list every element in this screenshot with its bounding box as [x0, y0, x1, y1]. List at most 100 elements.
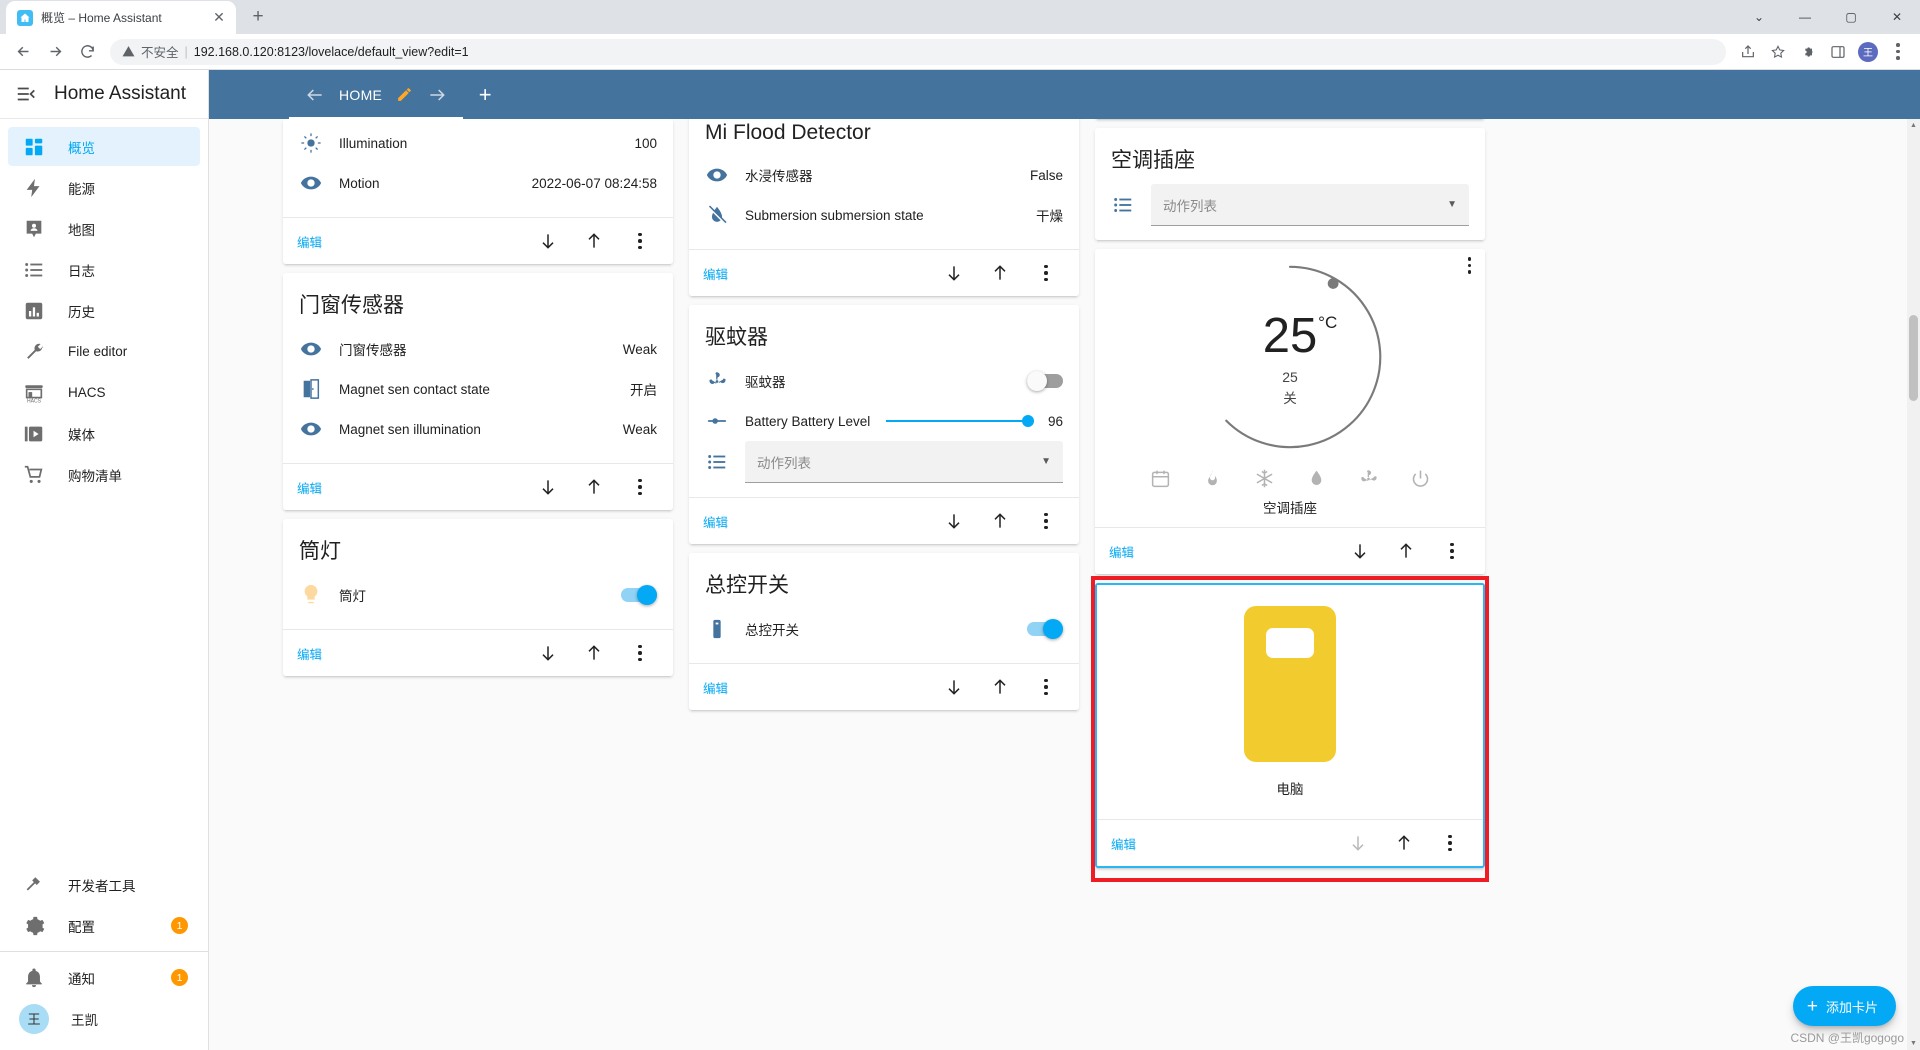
profile-avatar[interactable]: 王 [1854, 38, 1882, 66]
card-more-options-icon[interactable] [1467, 257, 1471, 274]
add-card-button[interactable]: + 添加卡片 [1792, 986, 1896, 1026]
entity-row[interactable]: 驱蚊器 [705, 361, 1063, 401]
scroll-up-arrow[interactable]: ▲ [1907, 119, 1920, 132]
thermostat-dial[interactable]: 25 °C 25 关 [1192, 259, 1388, 455]
sidebar-item-logbook[interactable]: 日志 [8, 250, 200, 289]
move-card-up-icon[interactable] [989, 262, 1011, 284]
minimize-button[interactable]: — [1782, 0, 1828, 34]
edit-card-link[interactable]: 编辑 [297, 478, 322, 497]
fan-icon[interactable] [1357, 467, 1379, 489]
share-icon[interactable] [1734, 38, 1762, 66]
browser-tab[interactable]: 概览 – Home Assistant ✕ [6, 1, 236, 34]
edit-card-link[interactable]: 编辑 [297, 232, 322, 251]
entity-row[interactable]: Magnet sen contact state 开启 [299, 369, 657, 409]
sidebar-item-hacs[interactable]: HACS HACS [8, 373, 200, 412]
edit-card-link[interactable]: 编辑 [703, 512, 728, 531]
add-view-button[interactable]: + [463, 70, 507, 119]
entity-row[interactable]: Motion 2022-06-07 08:24:58 [299, 163, 657, 203]
sidebar-item-history[interactable]: 历史 [8, 291, 200, 330]
move-card-down-icon[interactable] [943, 676, 965, 698]
card-more-options-icon[interactable] [629, 642, 651, 664]
card-more-options-icon[interactable] [629, 230, 651, 252]
slider-track[interactable] [886, 415, 1034, 427]
entity-row[interactable]: 动作列表 ▼ [1111, 184, 1469, 226]
edit-card-link[interactable]: 编辑 [1109, 542, 1134, 561]
entity-toggle[interactable] [1027, 619, 1063, 639]
entity-row[interactable]: 动作列表 ▼ [705, 441, 1063, 483]
action-list-select[interactable]: 动作列表 ▼ [1151, 184, 1469, 226]
move-card-up-icon[interactable] [989, 676, 1011, 698]
slider-control[interactable]: 96 [886, 414, 1063, 429]
action-list-select[interactable]: 动作列表 ▼ [745, 441, 1063, 483]
entity-row[interactable]: Submersion submersion state 干燥 [705, 195, 1063, 235]
move-card-up-icon[interactable] [583, 476, 605, 498]
arrow-right-icon[interactable] [427, 85, 447, 105]
menu-collapse-icon[interactable] [14, 82, 38, 106]
chrome-menu-icon[interactable] [1884, 38, 1912, 66]
picture-entity-card[interactable]: 电脑 编辑 [1095, 583, 1485, 868]
reload-button[interactable] [72, 37, 102, 67]
close-window-button[interactable]: ✕ [1874, 0, 1920, 34]
power-icon[interactable] [1409, 467, 1431, 489]
move-card-down-icon[interactable] [537, 230, 559, 252]
edit-card-link[interactable]: 编辑 [703, 678, 728, 697]
back-button[interactable] [8, 37, 38, 67]
move-card-down-icon[interactable] [1349, 540, 1371, 562]
sidebar-item-energy[interactable]: 能源 [8, 168, 200, 207]
move-card-up-icon[interactable] [989, 510, 1011, 532]
calendar-sync-icon[interactable] [1149, 467, 1171, 489]
edit-card-link[interactable]: 编辑 [703, 264, 728, 283]
move-card-up-icon[interactable] [583, 230, 605, 252]
maximize-button[interactable]: ▢ [1828, 0, 1874, 34]
move-card-down-icon[interactable] [943, 510, 965, 532]
card-more-options-icon[interactable] [1035, 676, 1057, 698]
move-card-down-icon[interactable] [943, 262, 965, 284]
fire-icon[interactable] [1201, 467, 1223, 489]
card-more-options-icon[interactable] [1441, 540, 1463, 562]
move-card-up-icon[interactable] [583, 642, 605, 664]
sidebar-item-developer-tools[interactable]: 开发者工具 [8, 865, 200, 904]
extensions-puzzle-icon[interactable] [1794, 38, 1822, 66]
entity-row[interactable]: 门窗传感器 Weak [299, 329, 657, 369]
move-card-down-icon[interactable] [537, 476, 559, 498]
bookmark-star-icon[interactable] [1764, 38, 1792, 66]
card-more-options-icon[interactable] [1035, 262, 1057, 284]
entity-row[interactable]: Illumination 100 [299, 123, 657, 163]
entity-toggle[interactable] [621, 585, 657, 605]
move-card-up-icon[interactable] [1395, 540, 1417, 562]
view-tab-home[interactable]: HOME [289, 70, 464, 119]
entity-row[interactable]: Magnet sen illumination Weak [299, 409, 657, 449]
sidebar-item-file-editor[interactable]: File editor [8, 332, 200, 371]
sidebar-item-user[interactable]: 王 王凯 [8, 999, 200, 1038]
sidebar-item-notifications[interactable]: 通知 1 [8, 958, 200, 997]
move-card-up-icon[interactable] [1393, 832, 1415, 854]
card-more-options-icon[interactable] [1035, 510, 1057, 532]
forward-button[interactable] [40, 37, 70, 67]
card-more-options-icon[interactable] [1439, 832, 1461, 854]
entity-row[interactable]: 总控开关 [705, 609, 1063, 649]
picture-entity-image[interactable]: 电脑 [1097, 585, 1483, 819]
scroll-down-arrow[interactable]: ▼ [1907, 1037, 1920, 1050]
entity-row[interactable]: 水浸传感器 False [705, 155, 1063, 195]
chevron-down-icon[interactable]: ⌄ [1736, 0, 1782, 34]
arrow-left-icon[interactable] [305, 85, 325, 105]
sidebar-toggle-icon[interactable] [1824, 38, 1852, 66]
new-tab-button[interactable]: + [244, 3, 272, 31]
sidebar-item-media[interactable]: 媒体 [8, 414, 200, 453]
sidebar-item-overview[interactable]: 概览 [8, 127, 200, 166]
close-tab-icon[interactable]: ✕ [210, 9, 228, 27]
scrollbar-thumb[interactable] [1909, 315, 1918, 401]
sidebar-item-shopping-list[interactable]: 购物清单 [8, 455, 200, 494]
entity-row[interactable]: 筒灯 [299, 575, 657, 615]
page-scrollbar[interactable]: ▲ ▼ [1907, 119, 1920, 1050]
water-percent-icon[interactable] [1305, 467, 1327, 489]
entity-toggle[interactable] [1027, 371, 1063, 391]
card-more-options-icon[interactable] [629, 476, 651, 498]
slider-knob[interactable] [1021, 415, 1034, 427]
sidebar-item-configuration[interactable]: 配置 1 [8, 906, 200, 945]
entity-row[interactable]: Battery Battery Level 96 [705, 401, 1063, 441]
sidebar-item-map[interactable]: 地图 [8, 209, 200, 248]
edit-card-link[interactable]: 编辑 [297, 644, 322, 663]
edit-card-link[interactable]: 编辑 [1111, 834, 1136, 853]
address-bar[interactable]: 不安全 | 192.168.0.120:8123/lovelace/defaul… [110, 38, 1726, 65]
